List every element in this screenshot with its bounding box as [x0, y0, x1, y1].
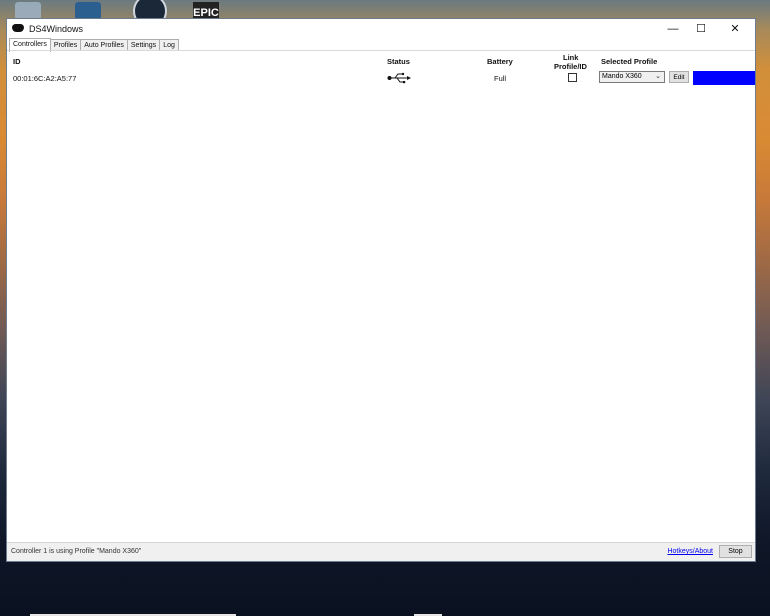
edit-profile-button[interactable]: Edit — [669, 71, 689, 83]
tab-divider — [7, 50, 755, 51]
header-battery: Battery — [487, 57, 513, 66]
header-id: ID — [13, 57, 21, 66]
minimize-button[interactable]: — — [659, 19, 687, 39]
profile-select-value: Mando X360 — [602, 73, 642, 80]
status-message: Controller 1 is using Profile "Mando X36… — [11, 548, 142, 555]
window-title: DS4Windows — [29, 24, 84, 34]
maximize-button[interactable]: ☐ — [687, 19, 715, 39]
usb-icon — [387, 71, 411, 89]
chevron-down-icon: ⌄ — [655, 73, 661, 80]
stop-button[interactable]: Stop — [719, 545, 752, 558]
title-bar[interactable]: DS4Windows — ☐ ✕ — [7, 19, 755, 39]
ds4windows-window: DS4Windows — ☐ ✕ Controllers Profiles Au… — [6, 18, 756, 562]
header-selected-profile: Selected Profile — [601, 57, 658, 66]
battery-value: Full — [494, 74, 507, 83]
link-profile-checkbox[interactable] — [568, 73, 577, 82]
controller-id: 00:01:6C:A2:A5:77 — [13, 74, 77, 83]
gamepad-icon — [12, 24, 24, 32]
lightbar-color-swatch[interactable] — [693, 71, 755, 85]
header-status: Status — [387, 57, 410, 66]
header-link-profile: Profile/ID — [554, 62, 587, 71]
close-button[interactable]: ✕ — [721, 19, 749, 39]
profile-select[interactable]: Mando X360 ⌄ — [599, 71, 665, 83]
status-bar: Controller 1 is using Profile "Mando X36… — [7, 542, 755, 561]
hotkeys-about-link[interactable]: Hotkeys/About — [667, 548, 713, 555]
header-link: Link — [563, 53, 579, 62]
